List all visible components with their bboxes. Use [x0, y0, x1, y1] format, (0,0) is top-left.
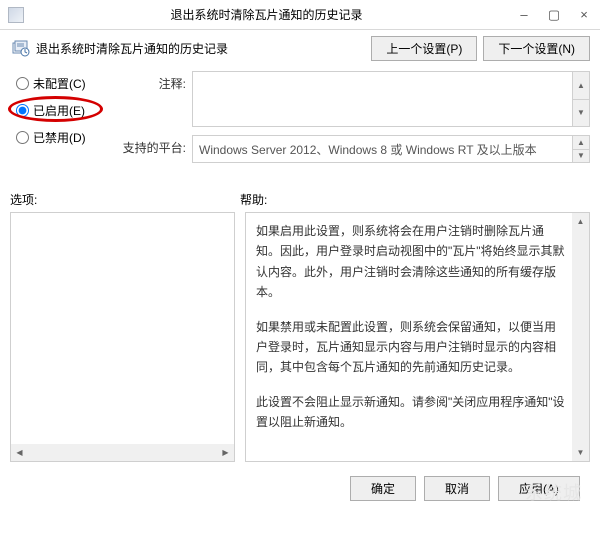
options-label: 选项: [10, 191, 240, 208]
next-setting-button[interactable]: 下一个设置(N) [483, 36, 590, 61]
scroll-track[interactable] [28, 444, 217, 461]
help-paragraph-1: 如果启用此设置，则系统将会在用户注销时删除瓦片通知。因此，用户登录时启动视图中的… [256, 221, 567, 303]
comment-input[interactable]: ▲ ▼ [192, 71, 590, 127]
title-bar: 退出系统时清除瓦片通知的历史记录 – ▢ × [0, 0, 600, 30]
fields-area: 注释: ▲ ▼ 支持的平台: Windows Server 2012、Windo… [122, 71, 590, 171]
help-v-scrollbar[interactable]: ▲ ▼ [572, 213, 589, 461]
comment-spinner: ▲ ▼ [572, 72, 589, 126]
window-title: 退出系统时清除瓦片通知的历史记录 [24, 6, 509, 23]
window-icon [8, 7, 24, 23]
previous-setting-button[interactable]: 上一个设置(P) [371, 36, 477, 61]
radio-not-configured-label: 未配置(C) [33, 75, 86, 92]
radio-not-configured-input[interactable] [16, 77, 29, 90]
policy-icon [12, 40, 30, 58]
panes: ◀ ▶ 如果启用此设置，则系统将会在用户注销时删除瓦片通知。因此，用户登录时启动… [10, 212, 590, 462]
help-label: 帮助: [240, 191, 267, 208]
chevron-down-icon[interactable]: ▼ [572, 149, 589, 163]
cancel-button[interactable]: 取消 [424, 476, 490, 501]
chevron-down-icon[interactable]: ▼ [572, 444, 589, 461]
platform-row: 支持的平台: Windows Server 2012、Windows 8 或 W… [122, 135, 590, 163]
ok-button[interactable]: 确定 [350, 476, 416, 501]
chevron-left-icon[interactable]: ◀ [11, 444, 28, 461]
comment-row: 注释: ▲ ▼ [122, 71, 590, 127]
footer: 确定 取消 应用(A) [10, 462, 590, 501]
platform-value: Windows Server 2012、Windows 8 或 Windows … [199, 143, 537, 157]
section-labels: 选项: 帮助: [10, 191, 590, 208]
radio-disabled-input[interactable] [16, 131, 29, 144]
options-h-scrollbar[interactable]: ◀ ▶ [11, 444, 234, 461]
config-area: 未配置(C) 已启用(E) 已禁用(D) 注释: ▲ ▼ [10, 71, 590, 171]
radio-enabled[interactable]: 已启用(E) [10, 102, 118, 119]
platform-box: Windows Server 2012、Windows 8 或 Windows … [192, 135, 590, 163]
apply-button[interactable]: 应用(A) [498, 476, 580, 501]
close-button[interactable]: × [569, 0, 599, 29]
help-paragraph-3: 此设置不会阻止显示新通知。请参阅"关闭应用程序通知"设置以阻止新通知。 [256, 392, 567, 433]
chevron-up-icon[interactable]: ▲ [572, 213, 589, 230]
window-buttons: – ▢ × [509, 0, 599, 29]
options-pane: ◀ ▶ [10, 212, 235, 462]
radio-enabled-input[interactable] [16, 104, 29, 117]
chevron-up-icon[interactable]: ▲ [572, 136, 589, 149]
header-label: 退出系统时清除瓦片通知的历史记录 [36, 40, 365, 57]
minimize-button[interactable]: – [509, 0, 539, 29]
radio-disabled-label: 已禁用(D) [33, 129, 86, 146]
help-paragraph-2: 如果禁用或未配置此设置，则系统会保留通知，以便当用户登录时，瓦片通知显示内容与用… [256, 317, 567, 378]
radio-enabled-label: 已启用(E) [33, 102, 85, 119]
help-pane: 如果启用此设置，则系统将会在用户注销时删除瓦片通知。因此，用户登录时启动视图中的… [245, 212, 590, 462]
chevron-right-icon[interactable]: ▶ [217, 444, 234, 461]
header-row: 退出系统时清除瓦片通知的历史记录 上一个设置(P) 下一个设置(N) [10, 36, 590, 61]
scroll-track[interactable] [572, 230, 589, 444]
platform-label: 支持的平台: [122, 135, 192, 163]
radio-group: 未配置(C) 已启用(E) 已禁用(D) [10, 71, 118, 171]
maximize-button[interactable]: ▢ [539, 0, 569, 29]
comment-label: 注释: [122, 71, 192, 127]
content-area: 退出系统时清除瓦片通知的历史记录 上一个设置(P) 下一个设置(N) 未配置(C… [0, 30, 600, 511]
platform-spinner: ▲ ▼ [572, 136, 589, 162]
chevron-down-icon[interactable]: ▼ [572, 99, 589, 127]
chevron-up-icon[interactable]: ▲ [572, 72, 589, 99]
radio-disabled[interactable]: 已禁用(D) [10, 129, 118, 146]
radio-not-configured[interactable]: 未配置(C) [10, 75, 118, 92]
